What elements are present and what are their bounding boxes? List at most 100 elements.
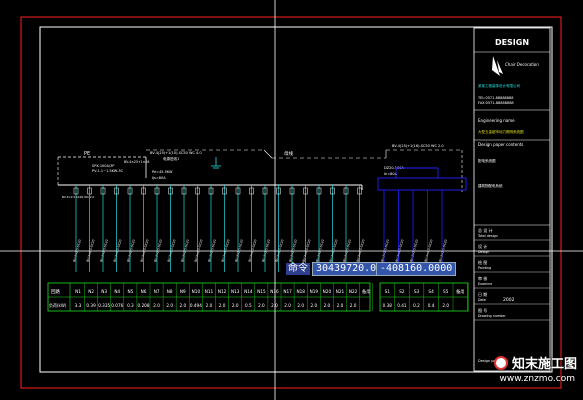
table-val-S1: 0.38 [383, 303, 393, 308]
feeder-label-N7: BV-3×2.5-SC20 [153, 239, 163, 262]
title-block-fields: 总 设 计Total design设 计Design绘 图Painting审 核… [474, 227, 550, 321]
main-cb-left-2: PV-1.1~1.5KW-3C [92, 169, 124, 173]
bus-label: 母线 [284, 150, 293, 157]
watermark-url: www.znzmo.com [499, 374, 575, 384]
feeder-label-N2: BV-3×2.5-SC20 [86, 239, 96, 262]
feeder-label-N8: BV-3×2.5-SC20 [167, 239, 177, 262]
table-head-S5: S5 [443, 289, 449, 294]
table-head-N11: N11 [205, 289, 214, 294]
table-val-N20: 2.0 [324, 303, 331, 308]
table-val-N10: 0.494 [190, 303, 202, 308]
table-val-N1: 3.3 [75, 303, 82, 308]
table-val-N13: 2.0 [232, 303, 239, 308]
circuit-label: BV-3×2.5 SC20 WC 2.0 [62, 195, 95, 199]
table-head-N8: N8 [167, 289, 173, 294]
content-label: Design paper contents [478, 142, 523, 147]
table-head-N22: N22 [349, 289, 358, 294]
feeder-label-S5: BV-3×2.5-SC20 [438, 239, 448, 262]
field-en-2: Painting [478, 266, 491, 270]
table-head-N9: N9 [180, 289, 186, 294]
right-branch-circuits: BV-3×2.5-SC20 BV-3×2.5-SC20 BV-3×2.5-SC20 B… [380, 190, 448, 272]
feeder-label-N9: BV-3×2.5-SC20 [180, 239, 190, 262]
field-cn-5: 图 号 [478, 307, 487, 313]
field-cn-3: 审 核 [478, 275, 487, 281]
eng-name-label: Engineering name [478, 118, 515, 123]
feeder-label-S1: BV-3×2.5-SC20 [380, 239, 390, 262]
table-val-N22: 2.0 [350, 303, 357, 308]
date-value: 2002 [503, 297, 515, 303]
table-val-S4: 0.4 [428, 303, 435, 308]
table-head-N4: N4 [114, 289, 120, 294]
pe-label: PE [84, 151, 90, 157]
watermark-name: 知末施工图 [511, 357, 577, 372]
field-en-5: Drawing number [478, 314, 506, 318]
table-val-S5: 2.0 [442, 303, 449, 308]
table-val-N14: 0.5 [245, 303, 252, 308]
mid-text-2: 电源进线1 [163, 156, 179, 161]
power-2: Ijs=80A [152, 176, 166, 180]
feeder-label-N11: BV-3×2.5-SC20 [207, 239, 217, 262]
sub-content: 建筑物配电系统 [478, 183, 503, 188]
company-logo [492, 56, 503, 76]
content-value: 配电系统图 [478, 158, 496, 163]
table-head-S2: S2 [399, 289, 405, 294]
watermark: 知末施工图 [493, 353, 577, 372]
table-head-S4: S4 [428, 289, 434, 294]
table-head-N18: N18 [296, 289, 305, 294]
feeder-label-N15: BV-3×2.5-SC20 [261, 239, 271, 262]
table-val-N9: 2.0 [179, 303, 186, 308]
feeder-label-N22: BV-3×2.5-SC20 [356, 239, 366, 262]
table-load-label: 负荷(kW) [49, 302, 67, 308]
brand-text: DESIGN [495, 38, 529, 47]
table-head-N6: N6 [141, 289, 147, 294]
outer-frame [20, 16, 562, 389]
feeder-label-S2: BV-3×2.5-SC20 [395, 239, 405, 262]
feeder-label-N1: BV-3×2.5-SC20 [72, 239, 82, 262]
table-val-N19: 2.0 [310, 303, 317, 308]
table-val-N2: 0.39 [86, 303, 96, 308]
table-head-备用: 备用 [362, 288, 370, 295]
feeder-label-N6: BV-3×2.5-SC20 [140, 239, 150, 262]
table-head-N10: N10 [192, 289, 201, 294]
cable-left: BV-4×25+1×16 [124, 160, 149, 164]
command-label: 命令 [286, 263, 310, 275]
table-head-N15: N15 [257, 289, 266, 294]
table-val-N12: 2.0 [219, 303, 226, 308]
table-head-N20: N20 [323, 289, 332, 294]
feeder-label-N3: BV-3×2.5-SC20 [99, 239, 109, 262]
table-val-N8: 2.0 [166, 303, 173, 308]
table-head-N12: N12 [218, 289, 227, 294]
feeder-label-N18: BV-3×2.5-SC20 [302, 239, 312, 262]
feeder-label-N13: BV-3×2.5-SC20 [234, 239, 244, 262]
feeder-label-S3: BV-3×2.5-SC20 [409, 239, 419, 262]
table-val-N17: 2.0 [284, 303, 291, 308]
table-val-N3: 0.335 [98, 303, 110, 308]
table-head-N1: N1 [75, 289, 81, 294]
field-cn-0: 总 设 计 [478, 227, 493, 233]
main-cb-left: SPX-100A/3P [92, 164, 114, 168]
project-name: 大型五金超市动力照明系统图 [478, 129, 524, 134]
table-val-N15: 2.0 [258, 303, 265, 308]
ground-symbol [211, 157, 221, 169]
feeder-label-N17: BV-3×2.5-SC20 [288, 239, 298, 262]
coord-y-field[interactable]: -408160.0000 [376, 262, 457, 276]
field-cn-4: 日 期 [478, 291, 487, 297]
feeder-label-N5: BV-3×2.5-SC20 [126, 239, 136, 262]
table-val-N4: 0.076 [111, 303, 123, 308]
table-head-N19: N19 [310, 289, 319, 294]
dynamic-input-y[interactable]: -408160.0000 [376, 262, 457, 276]
load-table: 回路 负荷(kW) N1 3.3 N2 0.39 N3 0.335 N4 0.076 N5 0.3… [47, 282, 469, 312]
table-val-N11: 2.0 [206, 303, 213, 308]
field-en-0: Total design [477, 234, 498, 238]
table-head-N14: N14 [244, 289, 253, 294]
feeder-label-N4: BV-3×2.5-SC20 [113, 239, 123, 262]
feeder-label-S4: BV-3×2.5-SC20 [424, 239, 434, 262]
table-head-S3: S3 [414, 289, 420, 294]
feeder-label-N10: BV-3×2.5-SC20 [194, 239, 204, 262]
znzmo-logo-icon [493, 355, 508, 370]
table-head-N17: N17 [283, 289, 292, 294]
table-val-N18: 2.0 [297, 303, 304, 308]
feeder-label-N20: BV-3×2.5-SC20 [329, 239, 339, 262]
cad-drawing-canvas[interactable]: DESIGN Chair Decoration 某某工程装饰设计有限公司 TEL… [0, 0, 583, 400]
title-block: DESIGN Chair Decoration 某某工程装饰设计有限公司 TEL… [473, 27, 551, 372]
